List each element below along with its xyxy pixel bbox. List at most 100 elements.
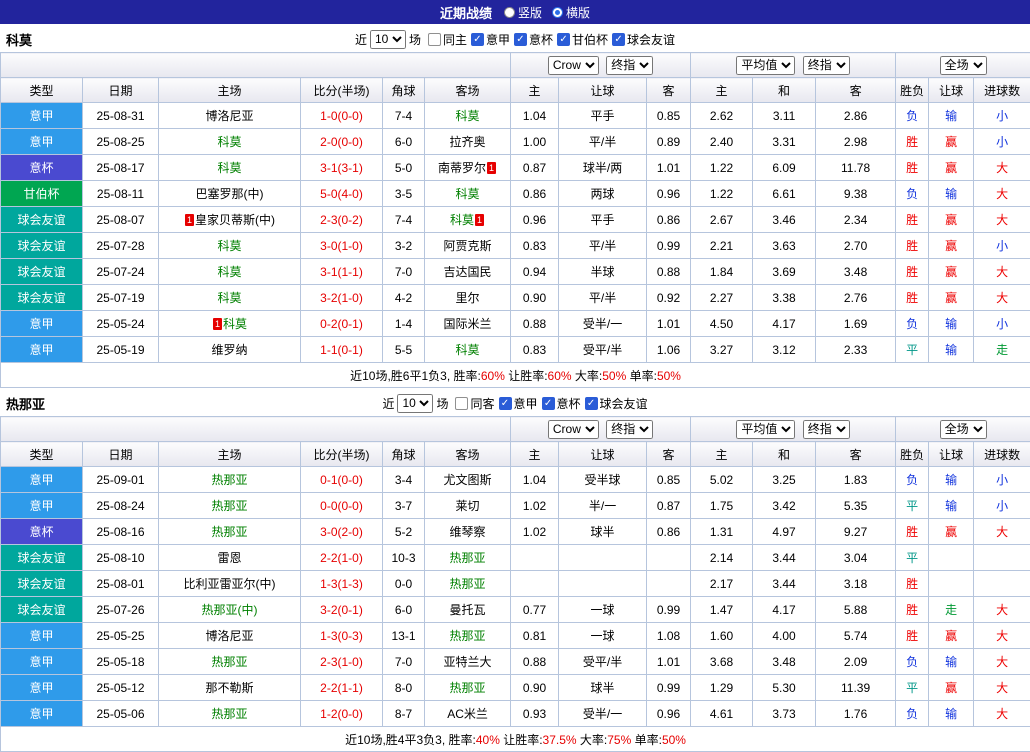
team-name[interactable]: 皇家贝蒂斯(中) [195,213,275,227]
match-score[interactable]: 1-3(1-3) [301,571,383,597]
checkbox-coppa-italia-icon[interactable]: ✓ [542,397,555,410]
team-name[interactable]: 曼托瓦 [450,603,486,617]
checkbox-gamper-cup-icon[interactable]: ✓ [557,33,570,46]
team-name[interactable]: 巴塞罗那(中) [196,187,264,201]
team-name[interactable]: 阿贾克斯 [444,239,492,253]
match-score[interactable]: 3-0(2-0) [301,519,383,545]
team-name[interactable]: 科莫 [223,317,247,331]
team-name[interactable]: 国际米兰 [444,317,492,331]
team-name[interactable]: 尤文图斯 [444,473,492,487]
radio-vertical-layout[interactable]: 竖版 [504,4,542,21]
match-score[interactable]: 0-0(0-0) [301,493,383,519]
match-score[interactable]: 1-0(0-0) [301,103,383,129]
team-name[interactable]: 拉齐奥 [450,135,486,149]
team-name[interactable]: 科莫 [456,109,480,123]
match-score[interactable]: 3-0(1-0) [301,233,383,259]
col-avg-draw: 和 [753,442,816,467]
team-name[interactable]: 科莫 [456,187,480,201]
away-team-cell: 科莫1 [425,207,511,233]
team-name[interactable]: 亚特兰大 [444,655,492,669]
filter-club-friendly[interactable]: ✓球会友谊 [612,31,675,48]
avg-stage-select[interactable]: 终指 [803,420,850,439]
average-select[interactable]: 平均值 [736,420,795,439]
odds-stage-select[interactable]: 终指 [606,420,653,439]
team-name[interactable]: 科莫 [456,343,480,357]
team-name[interactable]: 热那亚 [211,473,247,487]
team-name[interactable]: 热那亚 [450,577,486,591]
match-score[interactable]: 0-2(0-1) [301,311,383,337]
bookmaker-select[interactable]: Crow [548,420,599,439]
average-select[interactable]: 平均值 [736,56,795,75]
team-name[interactable]: 科莫 [217,265,241,279]
checkbox-coppa-italia-icon[interactable]: ✓ [514,33,527,46]
filter-gamper-cup[interactable]: ✓甘伯杯 [557,31,608,48]
team-name[interactable]: 那不勒斯 [205,681,253,695]
checkbox-same-away-icon[interactable] [455,397,468,410]
radio-horizontal-layout[interactable]: 横版 [552,4,590,21]
team-name[interactable]: 吉达国民 [444,265,492,279]
full-match-select[interactable]: 全场 [940,56,987,75]
team-name[interactable]: 热那亚 [211,525,247,539]
avg-stage-select[interactable]: 终指 [803,56,850,75]
team-name[interactable]: 科莫 [217,135,241,149]
team-name[interactable]: 里尔 [456,291,480,305]
filter-coppa-italia[interactable]: ✓意杯 [514,31,553,48]
filter-club-friendly[interactable]: ✓球会友谊 [585,395,648,412]
match-count-select[interactable]: 10 [397,394,433,413]
filter-same-home[interactable]: 同主 [428,31,467,48]
team-name[interactable]: 热那亚 [211,707,247,721]
match-score[interactable]: 2-2(1-1) [301,675,383,701]
match-score[interactable]: 2-0(0-0) [301,129,383,155]
team-name[interactable]: 博洛尼亚 [205,629,253,643]
checkbox-serie-a-icon[interactable]: ✓ [471,33,484,46]
filter-serie-a[interactable]: ✓意甲 [471,31,510,48]
checkbox-club-friendly-icon[interactable]: ✓ [585,397,598,410]
match-score[interactable]: 0-1(0-0) [301,467,383,493]
radio-horizontal-layout-icon[interactable] [552,7,563,18]
match-score[interactable]: 2-3(1-0) [301,649,383,675]
team-name[interactable]: 科莫 [450,213,474,227]
match-score[interactable]: 3-1(3-1) [301,155,383,181]
team-name[interactable]: 热那亚 [450,551,486,565]
checkbox-club-friendly-icon[interactable]: ✓ [612,33,625,46]
match-score[interactable]: 1-1(0-1) [301,337,383,363]
checkbox-serie-a-icon[interactable]: ✓ [499,397,512,410]
team-name[interactable]: 莱切 [456,499,480,513]
radio-vertical-layout-icon[interactable] [504,7,515,18]
match-score[interactable]: 3-1(1-1) [301,259,383,285]
team-name[interactable]: 维罗纳 [211,343,247,357]
full-match-select[interactable]: 全场 [940,420,987,439]
team-name[interactable]: 热那亚 [211,499,247,513]
match-score[interactable]: 2-3(0-2) [301,207,383,233]
filter-same-away[interactable]: 同客 [455,395,494,412]
bookmaker-select[interactable]: Crow [548,56,599,75]
filter-coppa-italia[interactable]: ✓意杯 [542,395,581,412]
match-score[interactable]: 3-2(0-1) [301,597,383,623]
match-score[interactable]: 1-2(0-0) [301,701,383,727]
match-score[interactable]: 2-2(1-0) [301,545,383,571]
team-name[interactable]: 热那亚(中) [202,603,258,617]
corner-score: 13-1 [383,623,425,649]
match-score[interactable]: 3-2(1-0) [301,285,383,311]
team-name[interactable]: 热那亚 [450,629,486,643]
team-name[interactable]: 博洛尼亚 [205,109,253,123]
checkbox-same-home-icon[interactable] [428,33,441,46]
odds-stage-select[interactable]: 终指 [606,56,653,75]
match-score[interactable]: 5-0(4-0) [301,181,383,207]
team-name[interactable]: 雷恩 [217,551,241,565]
team-name[interactable]: AC米兰 [447,707,488,721]
avg-home: 2.14 [691,545,753,571]
team-name[interactable]: 科莫 [217,161,241,175]
match-score[interactable]: 1-3(0-3) [301,623,383,649]
avg-home: 5.02 [691,467,753,493]
team-name[interactable]: 比利亚雷亚尔(中) [184,577,276,591]
filter-serie-a[interactable]: ✓意甲 [499,395,538,412]
team-name[interactable]: 科莫 [217,291,241,305]
team-name[interactable]: 热那亚 [450,681,486,695]
match-count-select[interactable]: 10 [370,30,406,49]
layout-radio-group: 竖版横版 [504,4,590,21]
team-name[interactable]: 科莫 [217,239,241,253]
team-name[interactable]: 南蒂罗尔 [438,161,486,175]
team-name[interactable]: 维琴察 [450,525,486,539]
team-name[interactable]: 热那亚 [211,655,247,669]
